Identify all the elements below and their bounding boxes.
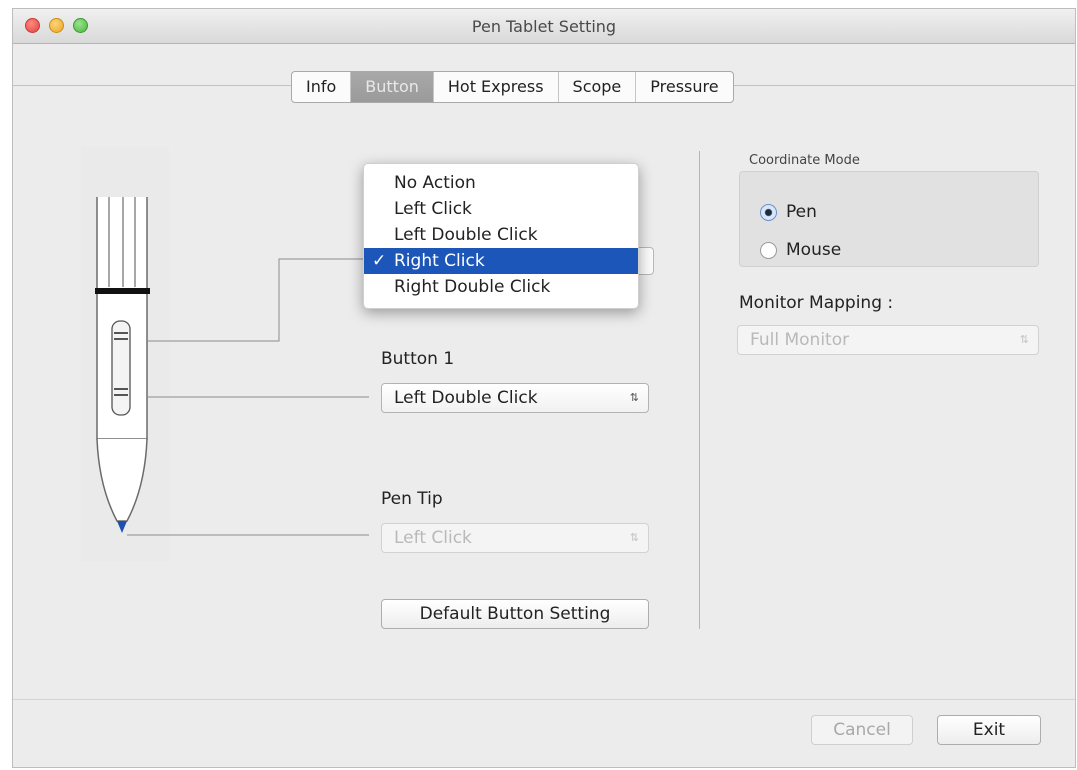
radio-pen[interactable]: Pen <box>760 202 817 222</box>
menu-item-right-click-label: Right Click <box>394 251 485 271</box>
checkmark-icon: ✓ <box>372 251 387 271</box>
menu-item-no-action[interactable]: No Action <box>364 170 638 196</box>
radio-unselected-icon <box>760 242 777 259</box>
pen-icon <box>95 197 369 536</box>
menu-item-left-click[interactable]: Left Click <box>364 196 638 222</box>
radio-mouse-label: Mouse <box>786 240 842 260</box>
updown-arrows-icon: ⇅ <box>1019 333 1029 346</box>
button2-select-edge[interactable] <box>639 247 654 275</box>
radio-selected-icon <box>760 204 777 221</box>
default-button-setting-button[interactable]: Default Button Setting <box>381 599 649 629</box>
cancel-button[interactable]: Cancel <box>811 715 913 745</box>
button1-select[interactable]: Left Double Click ⇅ <box>381 383 649 413</box>
monitor-mapping-select: Full Monitor ⇅ <box>737 325 1039 355</box>
button-action-popup-menu: No Action Left Click Left Double Click ✓… <box>363 163 639 309</box>
radio-mouse[interactable]: Mouse <box>760 240 842 260</box>
menu-item-left-double-click[interactable]: Left Double Click <box>364 222 638 248</box>
pen-tip-label: Pen Tip <box>381 489 443 509</box>
button1-select-value: Left Double Click <box>394 388 538 408</box>
footer-separator <box>13 699 1075 700</box>
monitor-mapping-select-value: Full Monitor <box>750 330 850 350</box>
pen-tablet-window: Pen Tablet Setting Info Button Hot Expre… <box>12 8 1076 768</box>
updown-arrows-icon: ⇅ <box>629 531 639 544</box>
updown-arrows-icon: ⇅ <box>629 391 639 404</box>
exit-button[interactable]: Exit <box>937 715 1041 745</box>
coordinate-mode-group: Pen Mouse <box>739 171 1039 267</box>
radio-pen-label: Pen <box>786 202 817 222</box>
menu-item-right-double-click[interactable]: Right Double Click <box>364 274 638 300</box>
panel-divider <box>699 151 700 629</box>
monitor-mapping-label: Monitor Mapping : <box>739 293 894 313</box>
coordinate-mode-label: Coordinate Mode <box>749 153 860 168</box>
pen-tip-select-value: Left Click <box>394 528 472 548</box>
button1-label: Button 1 <box>381 349 455 369</box>
menu-item-right-click[interactable]: ✓ Right Click <box>364 248 638 274</box>
pen-tip-select: Left Click ⇅ <box>381 523 649 553</box>
